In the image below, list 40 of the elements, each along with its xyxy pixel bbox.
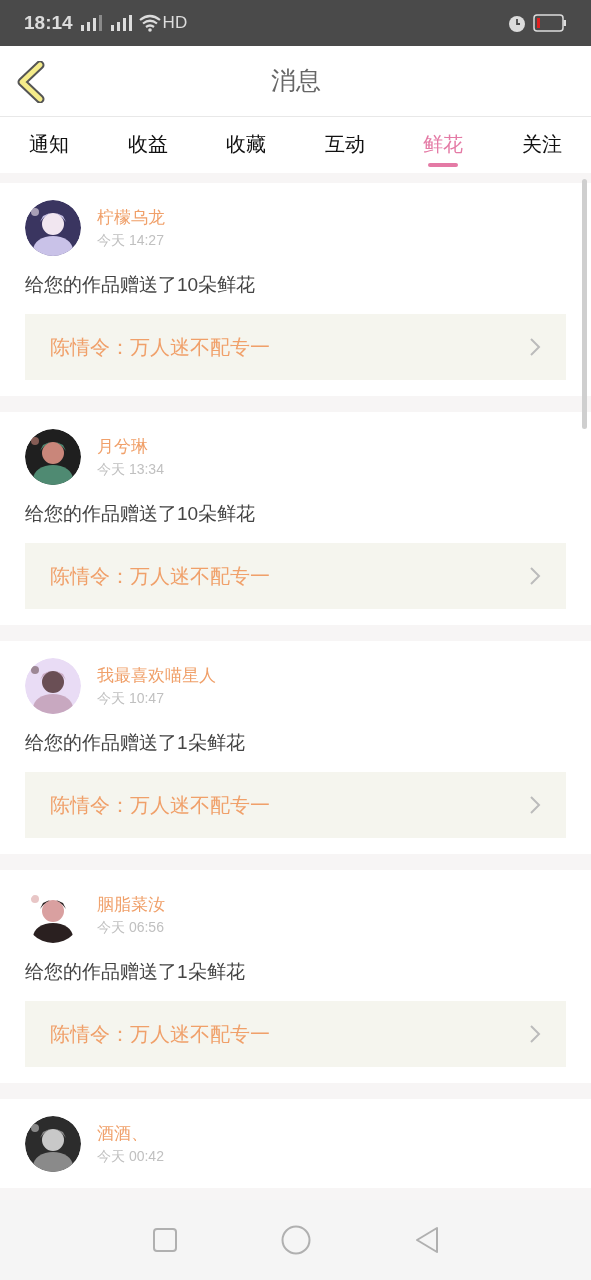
message-time: 今天 00:42: [97, 1147, 164, 1166]
chevron-icon: [529, 337, 541, 357]
chevron-icon: [529, 1024, 541, 1044]
tab[interactable]: 关注: [492, 117, 591, 173]
recent-apps-icon[interactable]: [151, 1227, 178, 1253]
message-text: 给您的作品赠送了1朵鲜花: [25, 960, 246, 984]
message-time: 今天 10:47: [97, 689, 165, 708]
back-icon: [16, 61, 46, 103]
work-link[interactable]: 陈情令：万人迷不配专一: [25, 1001, 566, 1067]
message-text: 给您的作品赠送了10朵鲜花: [25, 502, 257, 526]
work-link[interactable]: 陈情令：万人迷不配专一: [25, 772, 566, 838]
sender-name[interactable]: 胭脂菜汝: [97, 893, 165, 917]
message-time: 今天 13:34: [97, 460, 164, 479]
work-link[interactable]: 陈情令：万人迷不配专一: [25, 543, 566, 609]
tab[interactable]: 通知: [0, 117, 99, 173]
chevron-icon: [529, 566, 541, 586]
work-link[interactable]: 陈情令：万人迷不配专一: [25, 314, 566, 380]
message-text: 给您的作品赠送了10朵鲜花: [25, 273, 257, 297]
status-time: 18:14: [24, 10, 73, 35]
tab[interactable]: 鲜花: [394, 117, 493, 173]
back-icon[interactable]: [413, 1226, 440, 1254]
sender-name[interactable]: 我最喜欢喵星人: [97, 664, 216, 688]
chevron-icon: [529, 795, 541, 815]
wifi-icon: [138, 14, 161, 32]
signal-icon: [78, 13, 105, 33]
signal-icon: [108, 13, 135, 33]
network-label: HD: [162, 12, 188, 35]
sender-name[interactable]: 酒酒、: [97, 1122, 164, 1146]
message-time: 今天 06:56: [97, 918, 165, 937]
sender-name[interactable]: 柠檬乌龙: [97, 206, 165, 230]
tab[interactable]: 收藏: [197, 117, 296, 173]
message-text: 给您的作品赠送了1朵鲜花: [25, 731, 246, 755]
message-time: 今天 14:27: [97, 231, 165, 250]
tab[interactable]: 互动: [295, 117, 394, 173]
sender-name[interactable]: 月兮琳: [97, 435, 164, 459]
alarm-icon: [507, 13, 527, 33]
battery-icon: [533, 14, 567, 32]
home-icon[interactable]: [280, 1225, 311, 1255]
page-title: 消息: [270, 65, 321, 97]
tab[interactable]: 收益: [98, 117, 197, 173]
